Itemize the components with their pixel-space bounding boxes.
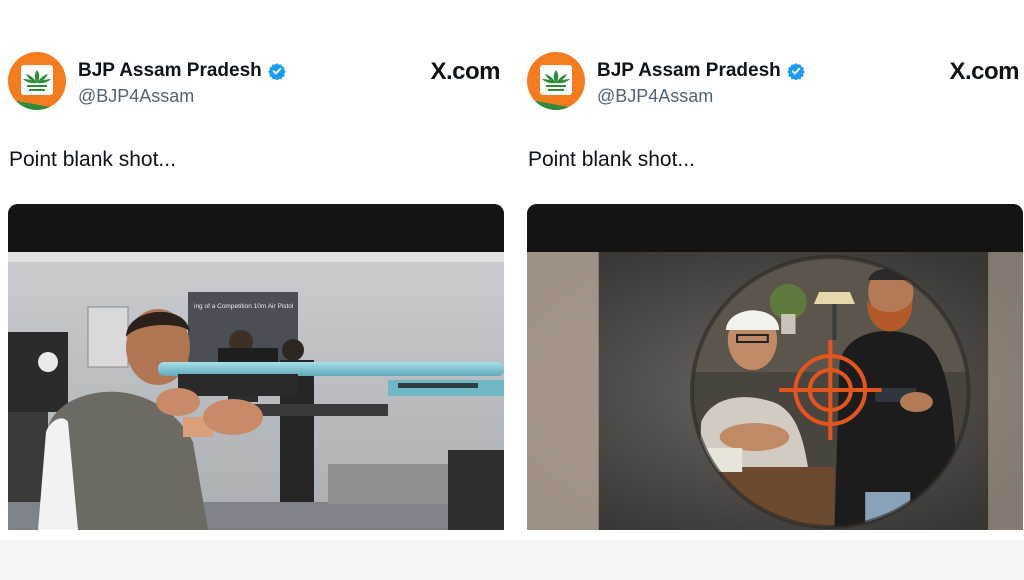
account-handle[interactable]: @BJP4Assam <box>597 86 713 107</box>
tweet-media[interactable]: ing of a Competition 10m Air Pistol <box>8 204 504 530</box>
profile-avatar[interactable] <box>527 52 585 110</box>
verified-badge-icon <box>268 63 286 80</box>
post-card-1: BJP Assam Pradesh @BJP4Assam X.com Point… <box>8 0 506 580</box>
media-top-bar <box>527 204 1023 252</box>
verified-badge-icon <box>787 63 805 80</box>
account-name[interactable]: BJP Assam Pradesh <box>597 60 781 82</box>
account-handle[interactable]: @BJP4Assam <box>78 86 194 107</box>
scope-view-illustration <box>527 252 1023 530</box>
profile-avatar[interactable] <box>8 52 66 110</box>
bjp-lotus-logo-icon <box>540 65 572 95</box>
media-top-bar <box>8 204 504 252</box>
poster-text: ing of a Competition 10m Air Pistol <box>194 303 294 310</box>
site-label: X.com <box>430 58 500 85</box>
tweet-text: Point blank shot... <box>9 148 176 171</box>
tweet-text: Point blank shot... <box>528 148 695 171</box>
account-name-row[interactable]: BJP Assam Pradesh <box>597 60 805 82</box>
account-name-row[interactable]: BJP Assam Pradesh <box>78 60 286 82</box>
site-label: X.com <box>949 58 1019 85</box>
account-name[interactable]: BJP Assam Pradesh <box>78 60 262 82</box>
page-bottom-strip <box>0 540 1024 580</box>
post-card-2: BJP Assam Pradesh @BJP4Assam X.com Point… <box>527 0 1024 580</box>
tweet-media[interactable] <box>527 204 1023 530</box>
shooting-range-photo: ing of a Competition 10m Air Pistol <box>8 252 504 530</box>
bjp-lotus-logo-icon <box>21 65 53 95</box>
